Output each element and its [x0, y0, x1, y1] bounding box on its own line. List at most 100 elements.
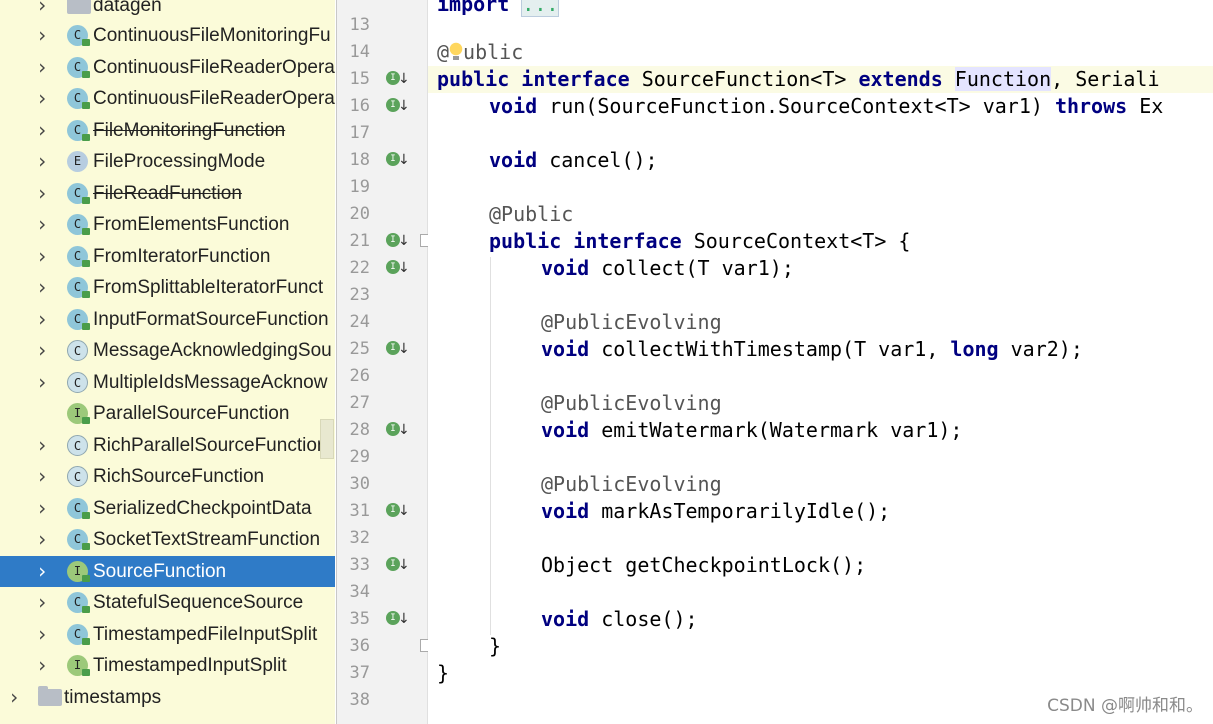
- expand-chevron-icon[interactable]: ›: [32, 209, 52, 240]
- gutter-line: 28 I ↓: [336, 417, 428, 444]
- tree-item[interactable]: › C RichSourceFunction: [0, 461, 335, 492]
- expand-chevron-icon[interactable]: ›: [32, 650, 52, 681]
- expand-chevron-icon[interactable]: ›: [32, 619, 52, 650]
- tree-item-label: FileProcessingMode: [93, 151, 266, 172]
- expand-chevron-icon[interactable]: ›: [32, 304, 52, 335]
- down-arrow-icon: ↓: [398, 503, 410, 519]
- code-line-22[interactable]: void collect(T var1);: [541, 255, 794, 282]
- tree-item[interactable]: › C MultipleIdsMessageAcknow: [0, 367, 335, 398]
- expand-chevron-icon[interactable]: ›: [32, 524, 52, 555]
- tree-item[interactable]: › I SourceFunction: [0, 556, 335, 587]
- tree-item[interactable]: › C ContinuousFileReaderOpera: [0, 83, 335, 114]
- tree-item[interactable]: › C FromElementsFunction: [0, 209, 335, 240]
- tree-item[interactable]: › C InputFormatSourceFunction: [0, 304, 335, 335]
- expand-chevron-icon[interactable]: ›: [32, 556, 52, 587]
- lightbulb-icon[interactable]: [449, 42, 464, 62]
- tree-item[interactable]: › C ContinuousFileReaderOpera: [0, 52, 335, 83]
- tree-item-label: MessageAcknowledgingSou: [93, 340, 332, 361]
- code-line-16[interactable]: void run(SourceFunction.SourceContext<T>…: [489, 93, 1163, 120]
- highlighted-word[interactable]: Function: [954, 67, 1052, 91]
- class-icon: C: [67, 214, 90, 235]
- expand-chevron-icon[interactable]: ›: [32, 335, 52, 366]
- code-line-36[interactable]: }: [489, 633, 501, 660]
- line-number: 24: [349, 312, 370, 332]
- tree-item[interactable]: › C FromSplittableIteratorFunct: [0, 272, 335, 303]
- tree-item[interactable]: › C TimestampedFileInputSplit: [0, 619, 335, 650]
- line-number: 23: [349, 285, 370, 305]
- tree-item[interactable]: › C FromIteratorFunction: [0, 241, 335, 272]
- class-icon: C: [67, 120, 90, 141]
- code-line-33[interactable]: Object getCheckpointLock();: [541, 552, 866, 579]
- expand-chevron-icon[interactable]: ›: [32, 20, 52, 51]
- down-arrow-icon: ↓: [398, 341, 410, 357]
- interface-icon: I: [67, 655, 90, 676]
- tree-item[interactable]: › E FileProcessingMode: [0, 146, 335, 177]
- tree-item[interactable]: › C SocketTextStreamFunction: [0, 524, 335, 555]
- folded-imports[interactable]: ...: [521, 0, 560, 17]
- code-line-31[interactable]: void markAsTemporarilyIdle();: [541, 498, 890, 525]
- tree-item-label: StatefulSequenceSource: [93, 592, 304, 613]
- expand-chevron-icon[interactable]: ›: [32, 0, 52, 21]
- tree-scrollbar[interactable]: [320, 419, 334, 459]
- expand-chevron-icon[interactable]: ›: [32, 241, 52, 272]
- gutter-line: 15 I ↓: [336, 66, 428, 93]
- code-line-37[interactable]: }: [437, 660, 449, 687]
- code-line-15[interactable]: public interface SourceFunction<T> exten…: [437, 66, 1160, 93]
- line-number: 14: [349, 42, 370, 62]
- gutter-line: 35 I ↓: [336, 606, 428, 633]
- tree-item[interactable]: › datagen: [0, 0, 335, 21]
- code-line-12[interactable]: import ...: [437, 0, 560, 18]
- gutter-line: 23: [336, 282, 428, 309]
- tree-item[interactable]: › I TimestampedInputSplit: [0, 650, 335, 681]
- tree-item[interactable]: › C StatefulSequenceSource: [0, 587, 335, 618]
- code-line-20[interactable]: @Public: [489, 201, 573, 228]
- code-line-21[interactable]: public interface SourceContext<T> {: [489, 228, 910, 255]
- code-line-18[interactable]: void cancel();: [489, 147, 658, 174]
- code-line-30[interactable]: @PublicEvolving: [541, 471, 722, 498]
- line-number: 29: [349, 447, 370, 467]
- expand-chevron-icon[interactable]: ›: [32, 430, 52, 461]
- kw-extends: extends: [858, 67, 943, 91]
- class-icon: C: [67, 57, 90, 78]
- tree-item[interactable]: › C SerializedCheckpointData: [0, 493, 335, 524]
- code-line-25[interactable]: void collectWithTimestamp(T var1, long v…: [541, 336, 1083, 363]
- gutter-line: 19: [336, 174, 428, 201]
- lock-icon: [82, 575, 90, 582]
- code-line-14[interactable]: @ ublic: [437, 39, 523, 66]
- down-arrow-icon: ↓: [398, 152, 410, 168]
- tree-item[interactable]: › timestamps: [0, 682, 335, 713]
- gutter-line: 24: [336, 309, 428, 336]
- expand-chevron-icon[interactable]: ›: [32, 587, 52, 618]
- expand-chevron-icon[interactable]: ›: [32, 272, 52, 303]
- abstract-icon: C: [67, 372, 88, 393]
- tree-item[interactable]: › C FileReadFunction: [0, 178, 335, 209]
- expand-chevron-icon[interactable]: ›: [32, 178, 52, 209]
- tree-item[interactable]: › C FileMonitoringFunction: [0, 115, 335, 146]
- tree-item[interactable]: › C MessageAcknowledgingSou: [0, 335, 335, 366]
- expand-chevron-icon[interactable]: ›: [32, 146, 52, 177]
- line-number: 33: [349, 555, 370, 575]
- line-number: 37: [349, 663, 370, 683]
- tree-item[interactable]: › C RichParallelSourceFunction: [0, 430, 335, 461]
- code-line-28[interactable]: void emitWatermark(Watermark var1);: [541, 417, 962, 444]
- expand-chevron-icon[interactable]: ›: [32, 52, 52, 83]
- expand-chevron-icon[interactable]: ›: [32, 115, 52, 146]
- expand-chevron-icon[interactable]: ›: [32, 367, 52, 398]
- code-line-27[interactable]: @PublicEvolving: [541, 390, 722, 417]
- expand-chevron-icon[interactable]: ›: [32, 493, 52, 524]
- lock-icon: [82, 228, 90, 235]
- gutter-line: 17: [336, 120, 428, 147]
- expand-chevron-icon[interactable]: ›: [4, 682, 24, 713]
- tree-item-label: FileReadFunction: [93, 183, 242, 204]
- expand-chevron-icon[interactable]: ›: [32, 461, 52, 492]
- lock-icon: [82, 39, 90, 46]
- code-line-24[interactable]: @PublicEvolving: [541, 309, 722, 336]
- tree-item[interactable]: › C ContinuousFileMonitoringFu: [0, 20, 335, 51]
- lock-icon: [82, 638, 90, 645]
- line-number: 31: [349, 501, 370, 521]
- code-line-35[interactable]: void close();: [541, 606, 698, 633]
- expand-chevron-icon[interactable]: ›: [32, 83, 52, 114]
- tree-item[interactable]: I ParallelSourceFunction: [0, 398, 335, 429]
- tree-item-label: ContinuousFileReaderOpera: [93, 57, 335, 78]
